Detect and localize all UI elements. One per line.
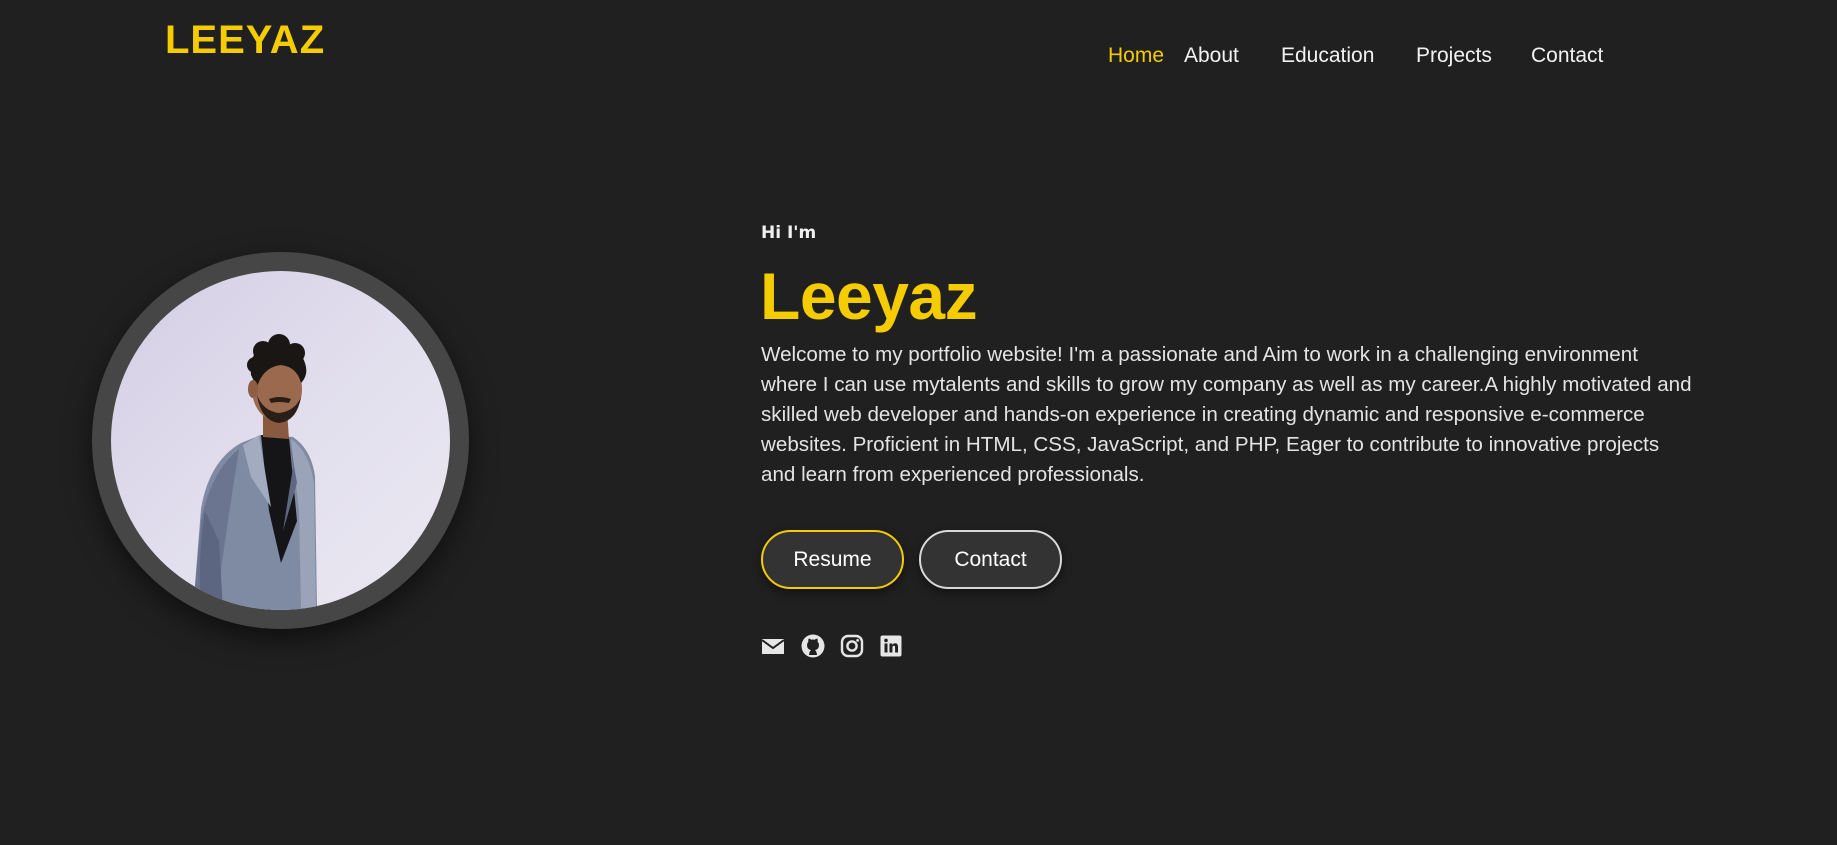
nav-about[interactable]: About: [1184, 44, 1239, 68]
github-icon[interactable]: [801, 634, 825, 658]
profile-photo: [111, 271, 450, 610]
profile-photo-frame: [92, 252, 469, 629]
contact-button[interactable]: Contact: [919, 530, 1062, 589]
nav-home[interactable]: Home: [1108, 44, 1164, 68]
portfolio-page: LEEYAZ Home About Education Projects Con…: [0, 0, 1837, 845]
linkedin-icon[interactable]: [879, 634, 903, 658]
nav-projects[interactable]: Projects: [1416, 44, 1492, 68]
resume-button[interactable]: Resume: [761, 530, 904, 589]
hero-intro: Welcome to my portfolio website! I'm a p…: [761, 343, 1692, 486]
hero-greeting: Hi I'm: [761, 223, 817, 243]
site-logo[interactable]: LEEYAZ: [165, 18, 325, 63]
hero-name: Leeyaz: [760, 259, 978, 333]
nav-education[interactable]: Education: [1281, 44, 1374, 68]
envelope-icon[interactable]: [761, 634, 785, 658]
instagram-icon[interactable]: [840, 634, 864, 658]
nav-contact[interactable]: Contact: [1531, 44, 1603, 68]
